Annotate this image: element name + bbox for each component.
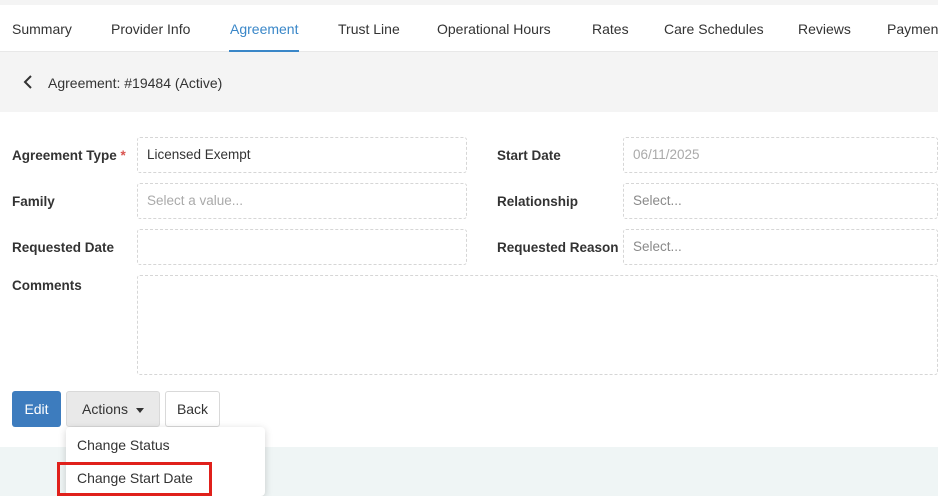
agreement-type-field[interactable]: Licensed Exempt [137,137,467,173]
required-marker: * [120,148,126,163]
tab-summary[interactable]: Summary [12,21,72,37]
tab-agreement[interactable]: Agreement [230,21,298,37]
tab-reviews[interactable]: Reviews [798,21,851,37]
requested-date-label: Requested Date [12,240,115,255]
requested-date-field[interactable] [137,229,467,265]
comments-label: Comments [12,278,82,293]
tab-trust-line[interactable]: Trust Line [338,21,400,37]
tab-bar: Summary Provider Info Agreement Trust Li… [0,0,938,52]
requested-reason-select[interactable]: Select... [623,229,938,265]
chevron-left-icon[interactable] [20,74,36,90]
relationship-label: Relationship [497,194,579,209]
start-date-field: 06/11/2025 [623,137,938,173]
menu-item-change-status[interactable]: Change Status [77,437,170,453]
tab-rates[interactable]: Rates [592,21,629,37]
actions-button-label: Actions [82,401,128,417]
page-title: Agreement: #19484 (Active) [48,75,223,91]
tab-operational-hours[interactable]: Operational Hours [437,21,551,37]
relationship-select[interactable]: Select... [623,183,938,219]
family-select[interactable]: Select a value... [137,183,467,219]
tab-care-schedules[interactable]: Care Schedules [664,21,764,37]
page-header: Agreement: #19484 (Active) [0,52,938,112]
actions-button[interactable]: Actions [66,391,160,427]
start-date-label: Start Date [497,148,561,163]
edit-button[interactable]: Edit [12,391,61,427]
requested-reason-label: Requested Reason [497,240,619,255]
agreement-type-label: Agreement Type * [12,148,126,163]
caret-down-icon [135,407,144,413]
family-label: Family [12,194,55,209]
tab-payment[interactable]: Payment [887,21,938,37]
tab-provider-info[interactable]: Provider Info [111,21,190,37]
back-button[interactable]: Back [165,391,220,427]
highlight-box [57,462,212,496]
comments-textarea[interactable] [137,275,938,375]
